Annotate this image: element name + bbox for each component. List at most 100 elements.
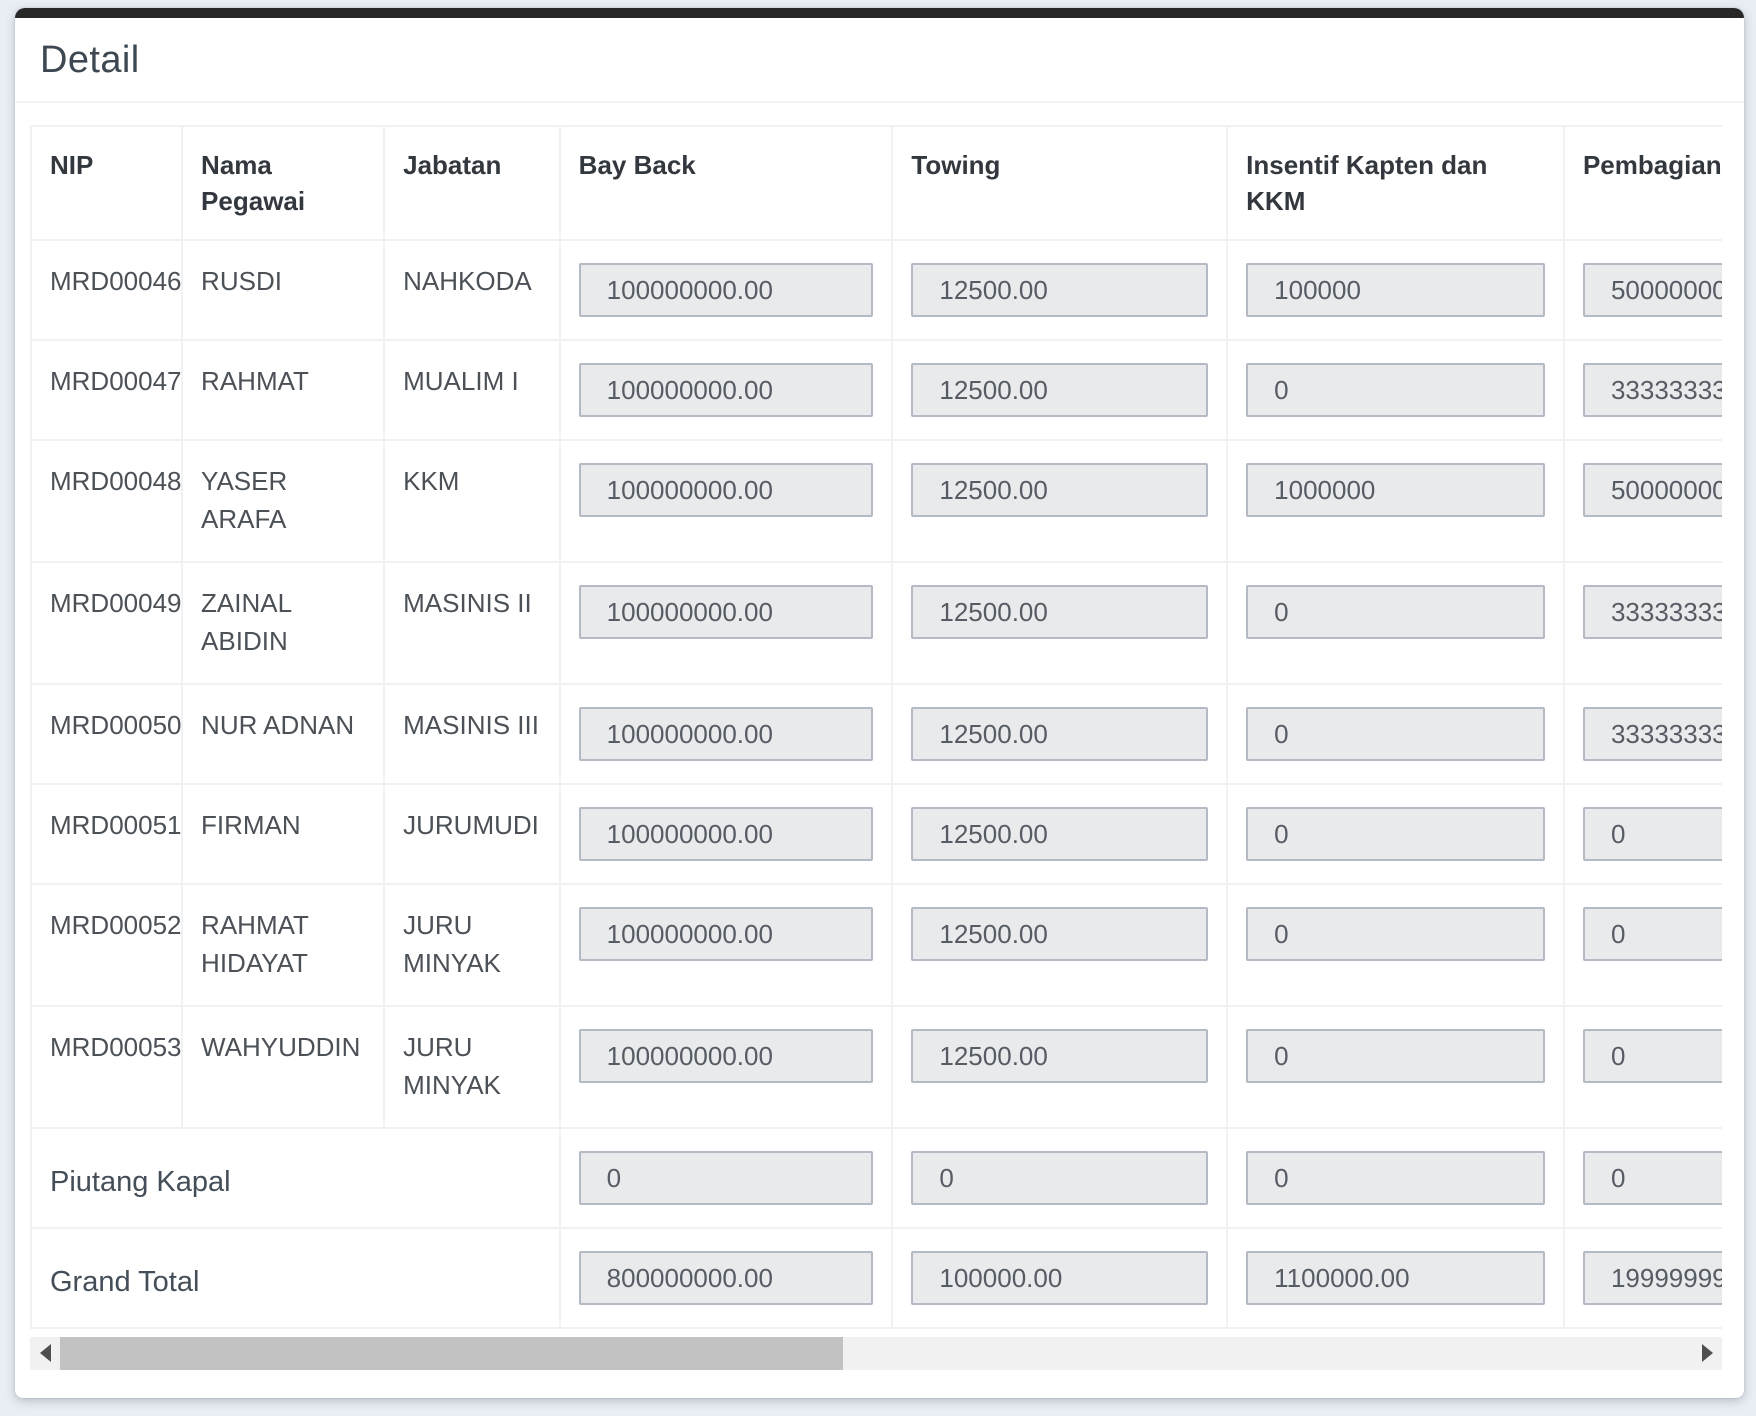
bay-back-input[interactable] xyxy=(579,585,874,639)
cell-jabatan: MASINIS II xyxy=(384,562,560,684)
cell-pembagian xyxy=(1564,684,1722,784)
summary-label: Grand Total xyxy=(31,1228,560,1328)
employee-row: MRD00047RAHMATMUALIM I xyxy=(31,340,1722,440)
scroll-left-icon xyxy=(40,1344,51,1362)
detail-card: Detail NIPNama PegawaiJabatanBay BackTow… xyxy=(15,8,1744,1398)
insentif-kapten-dan-kkm-input[interactable] xyxy=(1246,363,1545,417)
insentif-kapten-dan-kkm-input[interactable] xyxy=(1246,807,1545,861)
insentif-kapten-dan-kkm-input[interactable] xyxy=(1246,707,1545,761)
towing-input[interactable] xyxy=(911,707,1208,761)
summary-label: Piutang Kapal xyxy=(31,1128,560,1228)
pembagian-input[interactable] xyxy=(1583,463,1722,517)
pembagian-input[interactable] xyxy=(1583,1251,1722,1305)
cell-pembagian xyxy=(1564,1228,1722,1328)
bay-back-input[interactable] xyxy=(579,263,874,317)
cell-pembagian xyxy=(1564,1128,1722,1228)
summary-row: Grand Total xyxy=(31,1228,1722,1328)
cell-towing xyxy=(892,240,1227,340)
cell-jabatan: JURU MINYAK xyxy=(384,1006,560,1128)
pembagian-input[interactable] xyxy=(1583,363,1722,417)
cell-towing xyxy=(892,784,1227,884)
table-scroll-area[interactable]: NIPNama PegawaiJabatanBay BackTowingInse… xyxy=(30,125,1722,1337)
cell-pembagian xyxy=(1564,1006,1722,1128)
cell-insentif-kapten-dan-kkm xyxy=(1227,1006,1564,1128)
cell-insentif-kapten-dan-kkm xyxy=(1227,784,1564,884)
insentif-kapten-dan-kkm-input[interactable] xyxy=(1246,585,1545,639)
card-title: Detail xyxy=(40,38,1719,84)
towing-input[interactable] xyxy=(911,1251,1208,1305)
bay-back-input[interactable] xyxy=(579,807,874,861)
pembagian-input[interactable] xyxy=(1583,807,1722,861)
detail-table: NIPNama PegawaiJabatanBay BackTowingInse… xyxy=(30,125,1722,1329)
cell-insentif-kapten-dan-kkm xyxy=(1227,684,1564,784)
bay-back-input[interactable] xyxy=(579,1151,874,1205)
bay-back-input[interactable] xyxy=(579,363,874,417)
cell-jabatan: KKM xyxy=(384,440,560,562)
card-header: Detail xyxy=(15,18,1744,103)
scroll-left-button[interactable] xyxy=(30,1337,60,1370)
cell-pembagian xyxy=(1564,562,1722,684)
insentif-kapten-dan-kkm-input[interactable] xyxy=(1246,463,1545,517)
cell-nip: MRD00047 xyxy=(31,340,182,440)
employee-row: MRD00048YASER ARAFAKKM xyxy=(31,440,1722,562)
cell-nama-pegawai: YASER ARAFA xyxy=(182,440,384,562)
cell-nama-pegawai: RAHMAT HIDAYAT xyxy=(182,884,384,1006)
bay-back-input[interactable] xyxy=(579,707,874,761)
pembagian-input[interactable] xyxy=(1583,585,1722,639)
column-header-nip: NIP xyxy=(31,126,182,241)
towing-input[interactable] xyxy=(911,585,1208,639)
scroll-right-button[interactable] xyxy=(1692,1337,1722,1370)
bay-back-input[interactable] xyxy=(579,907,874,961)
column-header-insentif-kapten-dan-kkm: Insentif Kapten dan KKM xyxy=(1227,126,1564,241)
pembagian-input[interactable] xyxy=(1583,1151,1722,1205)
bay-back-input[interactable] xyxy=(579,463,874,517)
bay-back-input[interactable] xyxy=(579,1029,874,1083)
insentif-kapten-dan-kkm-input[interactable] xyxy=(1246,1151,1545,1205)
towing-input[interactable] xyxy=(911,907,1208,961)
insentif-kapten-dan-kkm-input[interactable] xyxy=(1246,907,1545,961)
cell-bay-back xyxy=(560,340,893,440)
cell-towing xyxy=(892,1006,1227,1128)
scrollbar-thumb[interactable] xyxy=(60,1337,843,1370)
insentif-kapten-dan-kkm-input[interactable] xyxy=(1246,1029,1545,1083)
towing-input[interactable] xyxy=(911,1151,1208,1205)
pembagian-input[interactable] xyxy=(1583,263,1722,317)
towing-input[interactable] xyxy=(911,363,1208,417)
pembagian-input[interactable] xyxy=(1583,707,1722,761)
cell-bay-back xyxy=(560,440,893,562)
pembagian-input[interactable] xyxy=(1583,907,1722,961)
card-accent-bar xyxy=(15,8,1744,18)
cell-pembagian xyxy=(1564,240,1722,340)
scrollbar-track[interactable] xyxy=(60,1337,1692,1370)
scroll-right-icon xyxy=(1702,1344,1713,1362)
bay-back-input[interactable] xyxy=(579,1251,874,1305)
cell-nip: MRD00053 xyxy=(31,1006,182,1128)
cell-towing xyxy=(892,1128,1227,1228)
cell-nip: MRD00052 xyxy=(31,884,182,1006)
cell-nama-pegawai: RUSDI xyxy=(182,240,384,340)
cell-towing xyxy=(892,562,1227,684)
insentif-kapten-dan-kkm-input[interactable] xyxy=(1246,1251,1545,1305)
cell-jabatan: NAHKODA xyxy=(384,240,560,340)
towing-input[interactable] xyxy=(911,463,1208,517)
pembagian-input[interactable] xyxy=(1583,1029,1722,1083)
cell-insentif-kapten-dan-kkm xyxy=(1227,1128,1564,1228)
towing-input[interactable] xyxy=(911,1029,1208,1083)
cell-jabatan: JURUMUDI xyxy=(384,784,560,884)
cell-insentif-kapten-dan-kkm xyxy=(1227,884,1564,1006)
horizontal-scrollbar[interactable] xyxy=(30,1337,1722,1370)
cell-nama-pegawai: WAHYUDDIN xyxy=(182,1006,384,1128)
cell-nama-pegawai: NUR ADNAN xyxy=(182,684,384,784)
cell-bay-back xyxy=(560,562,893,684)
cell-bay-back xyxy=(560,1128,893,1228)
cell-towing xyxy=(892,340,1227,440)
insentif-kapten-dan-kkm-input[interactable] xyxy=(1246,263,1545,317)
employee-row: MRD00046RUSDINAHKODA xyxy=(31,240,1722,340)
employee-row: MRD00049ZAINAL ABIDINMASINIS II xyxy=(31,562,1722,684)
towing-input[interactable] xyxy=(911,807,1208,861)
column-header-nama-pegawai: Nama Pegawai xyxy=(182,126,384,241)
employee-row: MRD00051FIRMANJURUMUDI xyxy=(31,784,1722,884)
cell-insentif-kapten-dan-kkm xyxy=(1227,240,1564,340)
cell-pembagian xyxy=(1564,340,1722,440)
towing-input[interactable] xyxy=(911,263,1208,317)
